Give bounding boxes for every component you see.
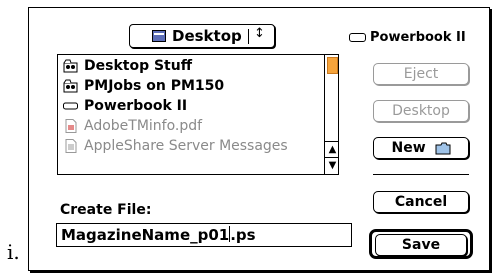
eject-button: Eject [373,63,469,85]
disk-icon [349,33,366,42]
filename-extension: .ps [230,226,256,244]
location-popup-label: Desktop [172,27,242,45]
location-popup[interactable]: Desktop ↕ [129,24,275,48]
desktop-button: Desktop [373,100,469,122]
save-button[interactable]: Save [375,234,467,256]
list-item-label: Desktop Stuff [84,58,193,74]
prefix-letter: i. [7,240,20,264]
cancel-button[interactable]: Cancel [373,191,469,213]
create-file-label: Create File: [60,202,152,218]
save-dialog: Desktop ↕ Powerbook II Desktop Stuff PMJ… [28,7,490,271]
shared-folder-icon [63,59,78,73]
pdf-document-icon [65,119,77,133]
desktop-icon [152,30,166,42]
list-item-label: AppleShare Server Messages [84,138,288,154]
list-item-label: Powerbook II [84,98,188,114]
scroll-down-arrow-icon[interactable]: ▼ [325,157,338,174]
default-button-ring: Save [369,229,473,259]
filename-text: MagazineName_p01 [61,226,230,244]
shared-folder-icon [63,79,78,93]
list-item-label: AdobeTMinfo.pdf [84,118,203,134]
filename-input[interactable]: MagazineName_p01.ps [56,223,352,247]
volume-label: Powerbook II [349,30,466,45]
new-folder-icon [435,142,451,154]
vertical-scrollbar[interactable]: ▲ ▼ [324,55,338,174]
list-item-label: PMJobs on PM150 [84,78,225,94]
new-folder-button-label: New [391,140,426,156]
document-icon [65,139,77,153]
file-list[interactable]: Desktop Stuff PMJobs on PM150 Powerbook … [57,54,339,175]
updown-arrow-icon: ↕ [254,26,265,41]
volume-name: Powerbook II [370,30,466,45]
new-folder-button[interactable]: New [373,137,469,159]
button-divider [373,174,469,175]
disk-icon [63,102,78,110]
popup-divider [248,29,249,44]
scroll-up-arrow-icon[interactable]: ▲ [325,141,338,158]
scroll-thumb[interactable] [327,57,338,74]
